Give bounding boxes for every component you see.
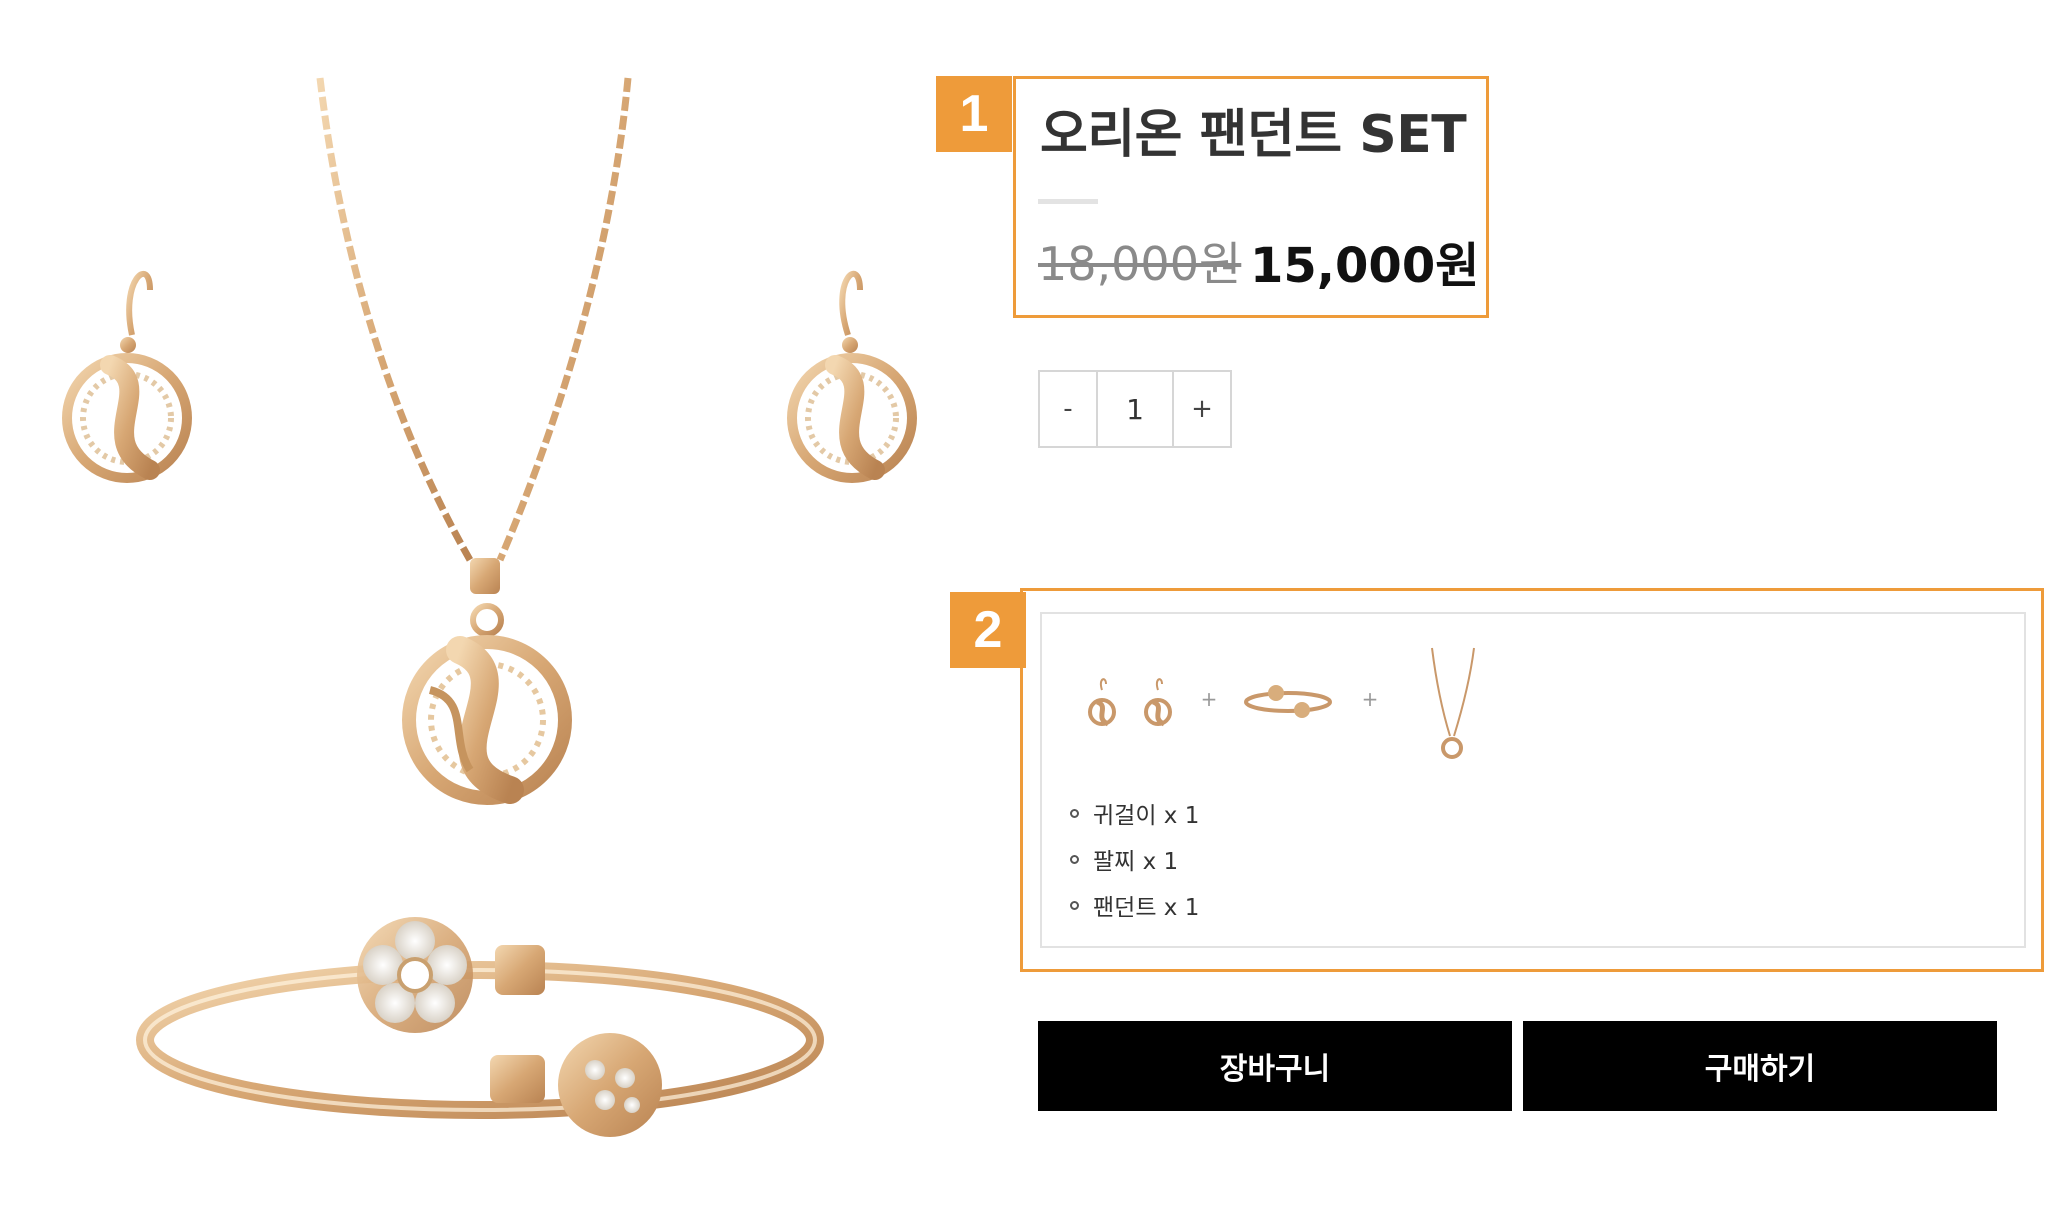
title-divider [1038, 199, 1098, 204]
quantity-input[interactable]: 1 [1096, 372, 1174, 446]
necklace-thumbnail [1431, 647, 1475, 759]
add-to-cart-button[interactable]: 장바구니 [1038, 1021, 1512, 1111]
set-items-list: 귀걸이 x 1 팔찌 x 1 팬던트 x 1 [1070, 790, 1199, 928]
set-thumbnails: + + [1088, 647, 1475, 759]
bracelet [136, 917, 824, 1137]
annotation-marker-1: 1 [936, 76, 1012, 152]
quantity-increase-button[interactable]: + [1174, 372, 1230, 446]
product-title: 오리온 팬던트 SET [1040, 105, 1467, 165]
plus-sign-1: + [1201, 687, 1218, 711]
bracelet-thumbnail [1244, 685, 1332, 718]
sale-price: 15,000원 [1250, 238, 1480, 294]
plus-sign-2: + [1362, 687, 1379, 711]
original-price: 18,000원 [1038, 237, 1242, 291]
set-item-label: 팬던트 x 1 [1093, 895, 1200, 921]
earring-left [62, 270, 192, 483]
quantity-stepper: - 1 + [1038, 370, 1232, 448]
list-item: 팔찌 x 1 [1070, 836, 1199, 882]
bullet-icon [1070, 854, 1079, 864]
necklace [316, 77, 632, 805]
set-item-label: 팔찌 x 1 [1093, 849, 1179, 875]
product-photo [0, 0, 1000, 1224]
bullet-icon [1070, 808, 1079, 818]
list-item: 귀걸이 x 1 [1070, 790, 1199, 836]
list-item: 팬던트 x 1 [1070, 882, 1199, 928]
earrings-thumbnail [1088, 678, 1172, 727]
set-item-label: 귀걸이 x 1 [1093, 803, 1200, 829]
quantity-decrease-button[interactable]: - [1040, 372, 1096, 446]
earring-right [787, 270, 917, 483]
bullet-icon [1070, 900, 1079, 910]
buy-now-button[interactable]: 구매하기 [1523, 1021, 1997, 1111]
annotation-marker-2: 2 [950, 592, 1026, 668]
